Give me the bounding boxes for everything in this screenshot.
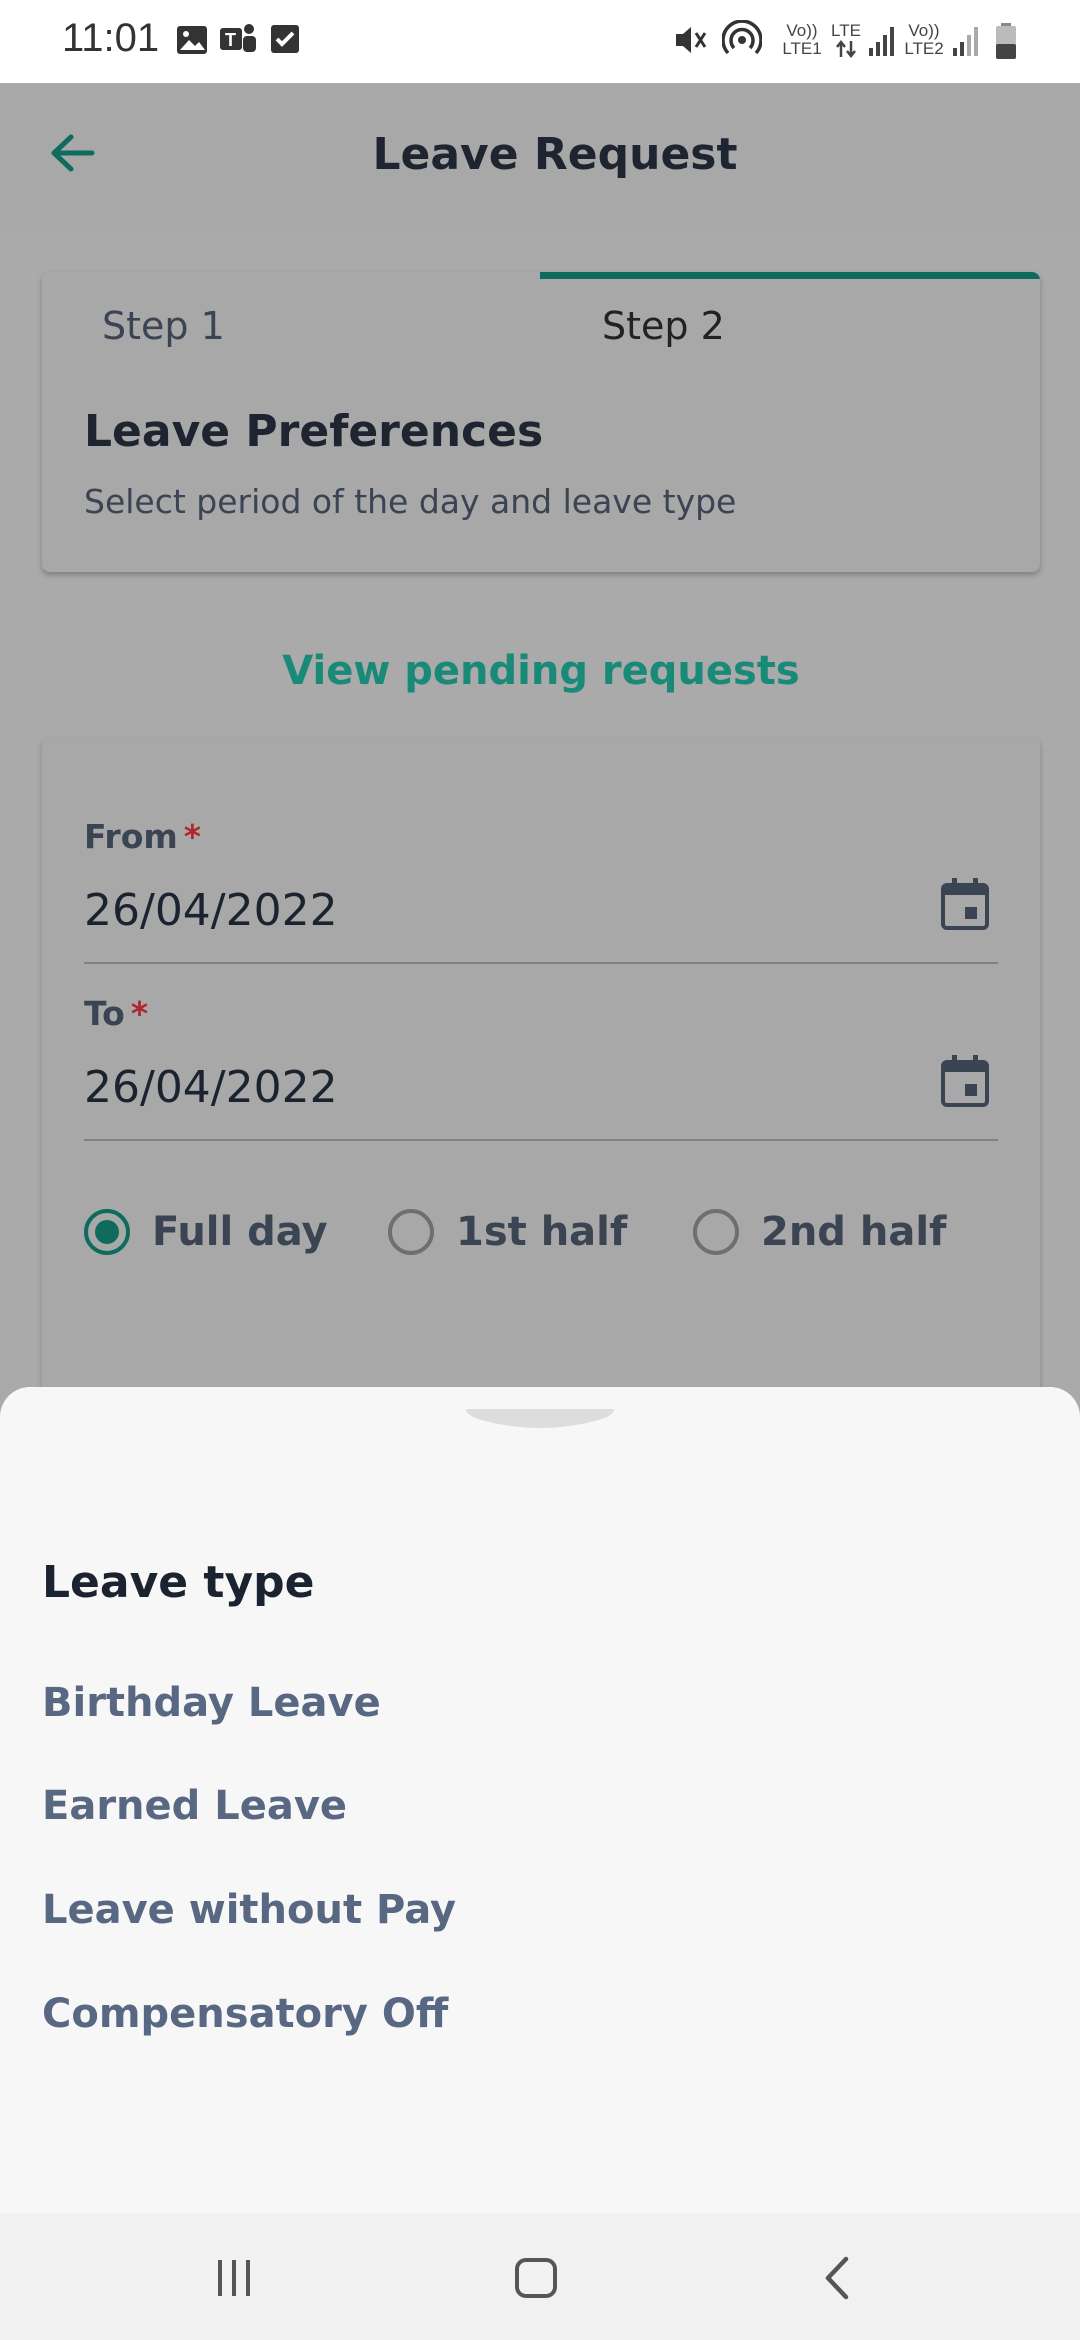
mute-icon bbox=[676, 27, 707, 53]
app-bar: Leave Request bbox=[0, 83, 1080, 231]
lte-label: LTE bbox=[831, 21, 861, 40]
radio-second-half[interactable]: 2nd half bbox=[693, 1209, 946, 1255]
tab-step-1[interactable]: Step 1 bbox=[102, 304, 225, 348]
section-title: Leave Preferences bbox=[84, 406, 544, 457]
to-underline bbox=[84, 1139, 998, 1141]
status-bar: 11:01 T Vo)) LTE1 LTE Vo)) LTE2 bbox=[0, 0, 1080, 83]
calendar-icon[interactable] bbox=[940, 1054, 990, 1108]
radio-indicator bbox=[693, 1209, 739, 1255]
radio-second-half-label: 2nd half bbox=[761, 1209, 947, 1255]
to-date-field[interactable]: 26/04/2022 bbox=[84, 1062, 338, 1113]
from-date-field[interactable]: 26/04/2022 bbox=[84, 885, 338, 936]
battery-icon bbox=[996, 23, 1016, 59]
radio-first-half[interactable]: 1st half bbox=[388, 1209, 627, 1255]
leave-option-compensatory-off[interactable]: Compensatory Off bbox=[42, 1991, 448, 2037]
checkbox-icon bbox=[271, 25, 299, 53]
step-progress-indicator bbox=[540, 272, 1040, 279]
home-button[interactable] bbox=[506, 2248, 566, 2308]
radio-first-half-label: 1st half bbox=[456, 1209, 628, 1255]
teams-icon: T bbox=[220, 24, 256, 52]
view-pending-requests-link[interactable]: View pending requests bbox=[0, 648, 1080, 694]
date-form-card: From * 26/04/2022 To * 26/04/2022 Full day… bbox=[42, 737, 1040, 1437]
home-icon bbox=[515, 2258, 557, 2298]
recents-icon bbox=[218, 2260, 250, 2296]
recents-button[interactable] bbox=[204, 2248, 264, 2308]
step-card: Step 1 Step 2 Leave Preferences Select p… bbox=[42, 272, 1040, 572]
required-mark: * bbox=[130, 994, 149, 1033]
required-mark: * bbox=[183, 817, 202, 856]
to-label: To * bbox=[84, 994, 148, 1033]
drag-handle[interactable] bbox=[462, 1405, 618, 1435]
calendar-icon[interactable] bbox=[940, 877, 990, 931]
leave-type-bottom-sheet: Leave type Birthday Leave Earned Leave L… bbox=[0, 1387, 1080, 2213]
data-arrows-icon bbox=[836, 40, 856, 58]
radio-indicator bbox=[388, 1209, 434, 1255]
sim2-lte-label: LTE2 bbox=[904, 39, 944, 58]
sheet-title: Leave type bbox=[42, 1557, 315, 1608]
from-label: From * bbox=[84, 817, 201, 856]
from-underline bbox=[84, 962, 998, 964]
signal-sim1-icon bbox=[869, 27, 894, 56]
system-nav-bar bbox=[0, 2213, 1080, 2340]
sim2-volte-label: Vo)) bbox=[908, 21, 940, 40]
sim1-volte-label: Vo)) bbox=[786, 21, 818, 40]
to-label-text: To bbox=[84, 994, 125, 1033]
back-icon bbox=[825, 2256, 849, 2300]
gallery-icon bbox=[177, 26, 207, 54]
status-time: 11:01 bbox=[62, 16, 160, 60]
nav-back-button[interactable] bbox=[808, 2248, 868, 2308]
hotspot-icon bbox=[722, 20, 762, 55]
page-title: Leave Request bbox=[372, 129, 738, 180]
section-subtitle: Select period of the day and leave type bbox=[84, 482, 737, 521]
radio-selected-indicator bbox=[84, 1209, 130, 1255]
svg-text:T: T bbox=[225, 30, 236, 50]
leave-option-earned[interactable]: Earned Leave bbox=[42, 1783, 347, 1829]
leave-option-birthday[interactable]: Birthday Leave bbox=[42, 1680, 381, 1726]
radio-full-day-label: Full day bbox=[152, 1209, 328, 1255]
tab-step-2[interactable]: Step 2 bbox=[602, 304, 725, 348]
sim1-lte-label: LTE1 bbox=[782, 39, 822, 58]
signal-sim2-icon bbox=[953, 27, 978, 56]
leave-option-without-pay[interactable]: Leave without Pay bbox=[42, 1887, 456, 1933]
radio-full-day[interactable]: Full day bbox=[84, 1209, 328, 1255]
from-label-text: From bbox=[84, 817, 178, 856]
